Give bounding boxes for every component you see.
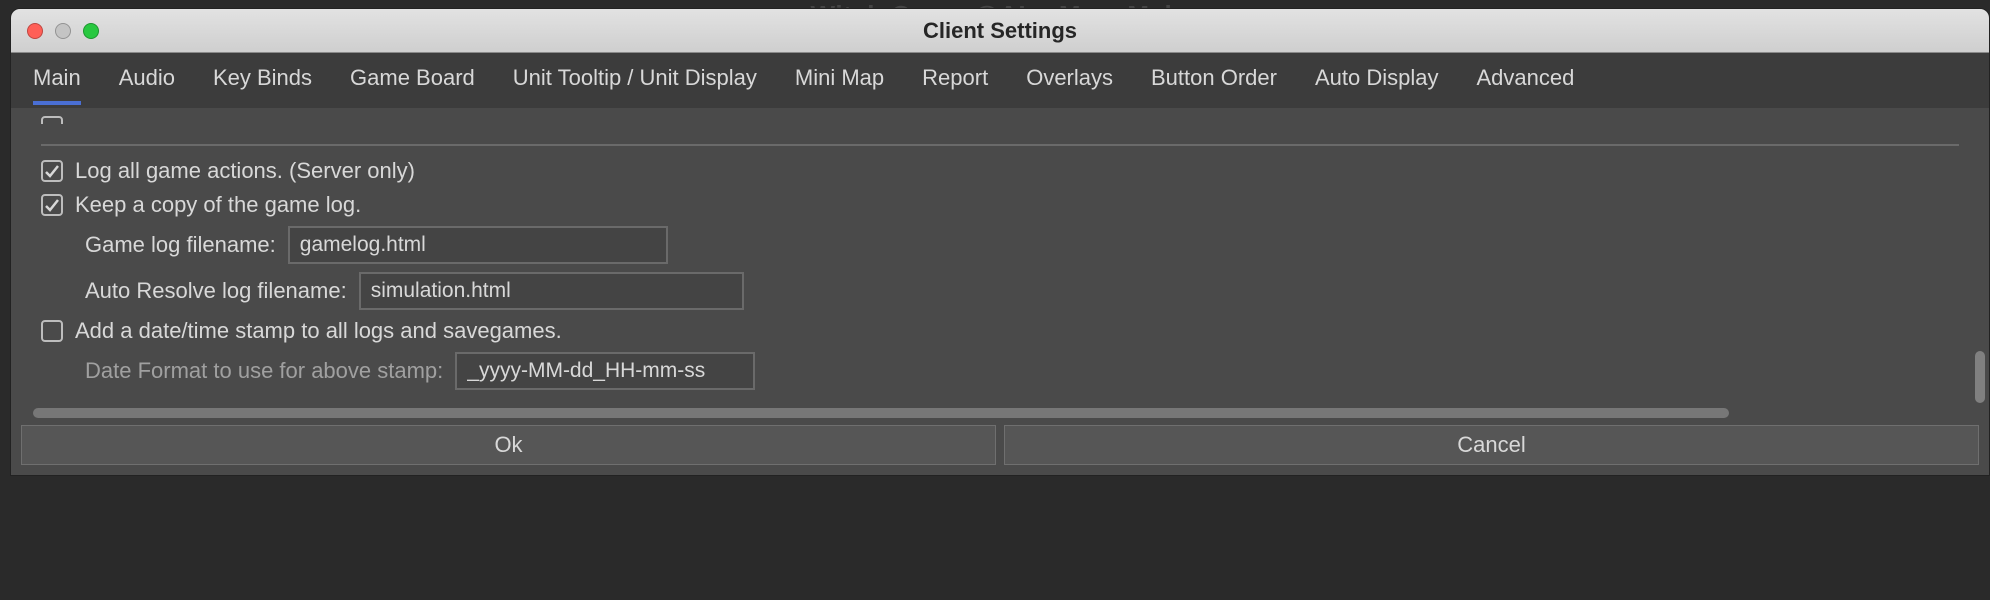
checkbox-add-timestamp[interactable]: [41, 320, 63, 342]
label-auto-resolve-filename: Auto Resolve log filename:: [85, 278, 347, 304]
vertical-scrollbar-track[interactable]: [1975, 117, 1985, 403]
dialog-buttons: Ok Cancel: [21, 425, 1979, 465]
clipped-row-above: [41, 116, 1959, 124]
input-auto-resolve-filename[interactable]: [359, 272, 744, 310]
tab-overlays[interactable]: Overlays: [1026, 65, 1113, 101]
ok-button[interactable]: Ok: [21, 425, 996, 465]
tab-audio[interactable]: Audio: [119, 65, 175, 101]
checkbox-keep-copy[interactable]: [41, 194, 63, 216]
tab-auto-display[interactable]: Auto Display: [1315, 65, 1439, 101]
dialog-title: Client Settings: [11, 18, 1989, 44]
settings-content: Log all game actions. (Server only) Keep…: [11, 108, 1989, 418]
cancel-button[interactable]: Cancel: [1004, 425, 1979, 465]
label-add-timestamp: Add a date/time stamp to all logs and sa…: [75, 318, 562, 344]
group-separator: [41, 144, 1959, 146]
tab-game-board[interactable]: Game Board: [350, 65, 475, 101]
row-log-all-actions: Log all game actions. (Server only): [41, 158, 1959, 184]
label-game-log-filename: Game log filename:: [85, 232, 276, 258]
vertical-scrollbar-thumb[interactable]: [1975, 351, 1985, 403]
input-date-format[interactable]: [455, 352, 755, 390]
tab-report[interactable]: Report: [922, 65, 988, 101]
tab-advanced[interactable]: Advanced: [1476, 65, 1574, 101]
row-game-log-filename: Game log filename:: [41, 226, 1959, 264]
row-add-timestamp: Add a date/time stamp to all logs and sa…: [41, 318, 1959, 344]
row-keep-copy: Keep a copy of the game log.: [41, 192, 1959, 218]
client-settings-dialog: Client Settings Main Audio Key Binds Gam…: [10, 8, 1990, 476]
tab-unit-tooltip[interactable]: Unit Tooltip / Unit Display: [513, 65, 757, 101]
tab-mini-map[interactable]: Mini Map: [795, 65, 884, 101]
row-auto-resolve-filename: Auto Resolve log filename:: [41, 272, 1959, 310]
label-log-all-actions: Log all game actions. (Server only): [75, 158, 415, 184]
tab-bar: Main Audio Key Binds Game Board Unit Too…: [11, 53, 1989, 108]
tab-key-binds[interactable]: Key Binds: [213, 65, 312, 101]
checkbox-log-all-actions[interactable]: [41, 160, 63, 182]
input-game-log-filename[interactable]: [288, 226, 668, 264]
tab-main[interactable]: Main: [33, 65, 81, 105]
titlebar: Client Settings: [11, 9, 1989, 53]
row-date-format: Date Format to use for above stamp:: [41, 352, 1959, 390]
horizontal-scrollbar[interactable]: [33, 408, 1729, 418]
label-keep-copy: Keep a copy of the game log.: [75, 192, 361, 218]
clipped-checkbox[interactable]: [41, 116, 63, 124]
tab-button-order[interactable]: Button Order: [1151, 65, 1277, 101]
label-date-format: Date Format to use for above stamp:: [85, 358, 443, 384]
